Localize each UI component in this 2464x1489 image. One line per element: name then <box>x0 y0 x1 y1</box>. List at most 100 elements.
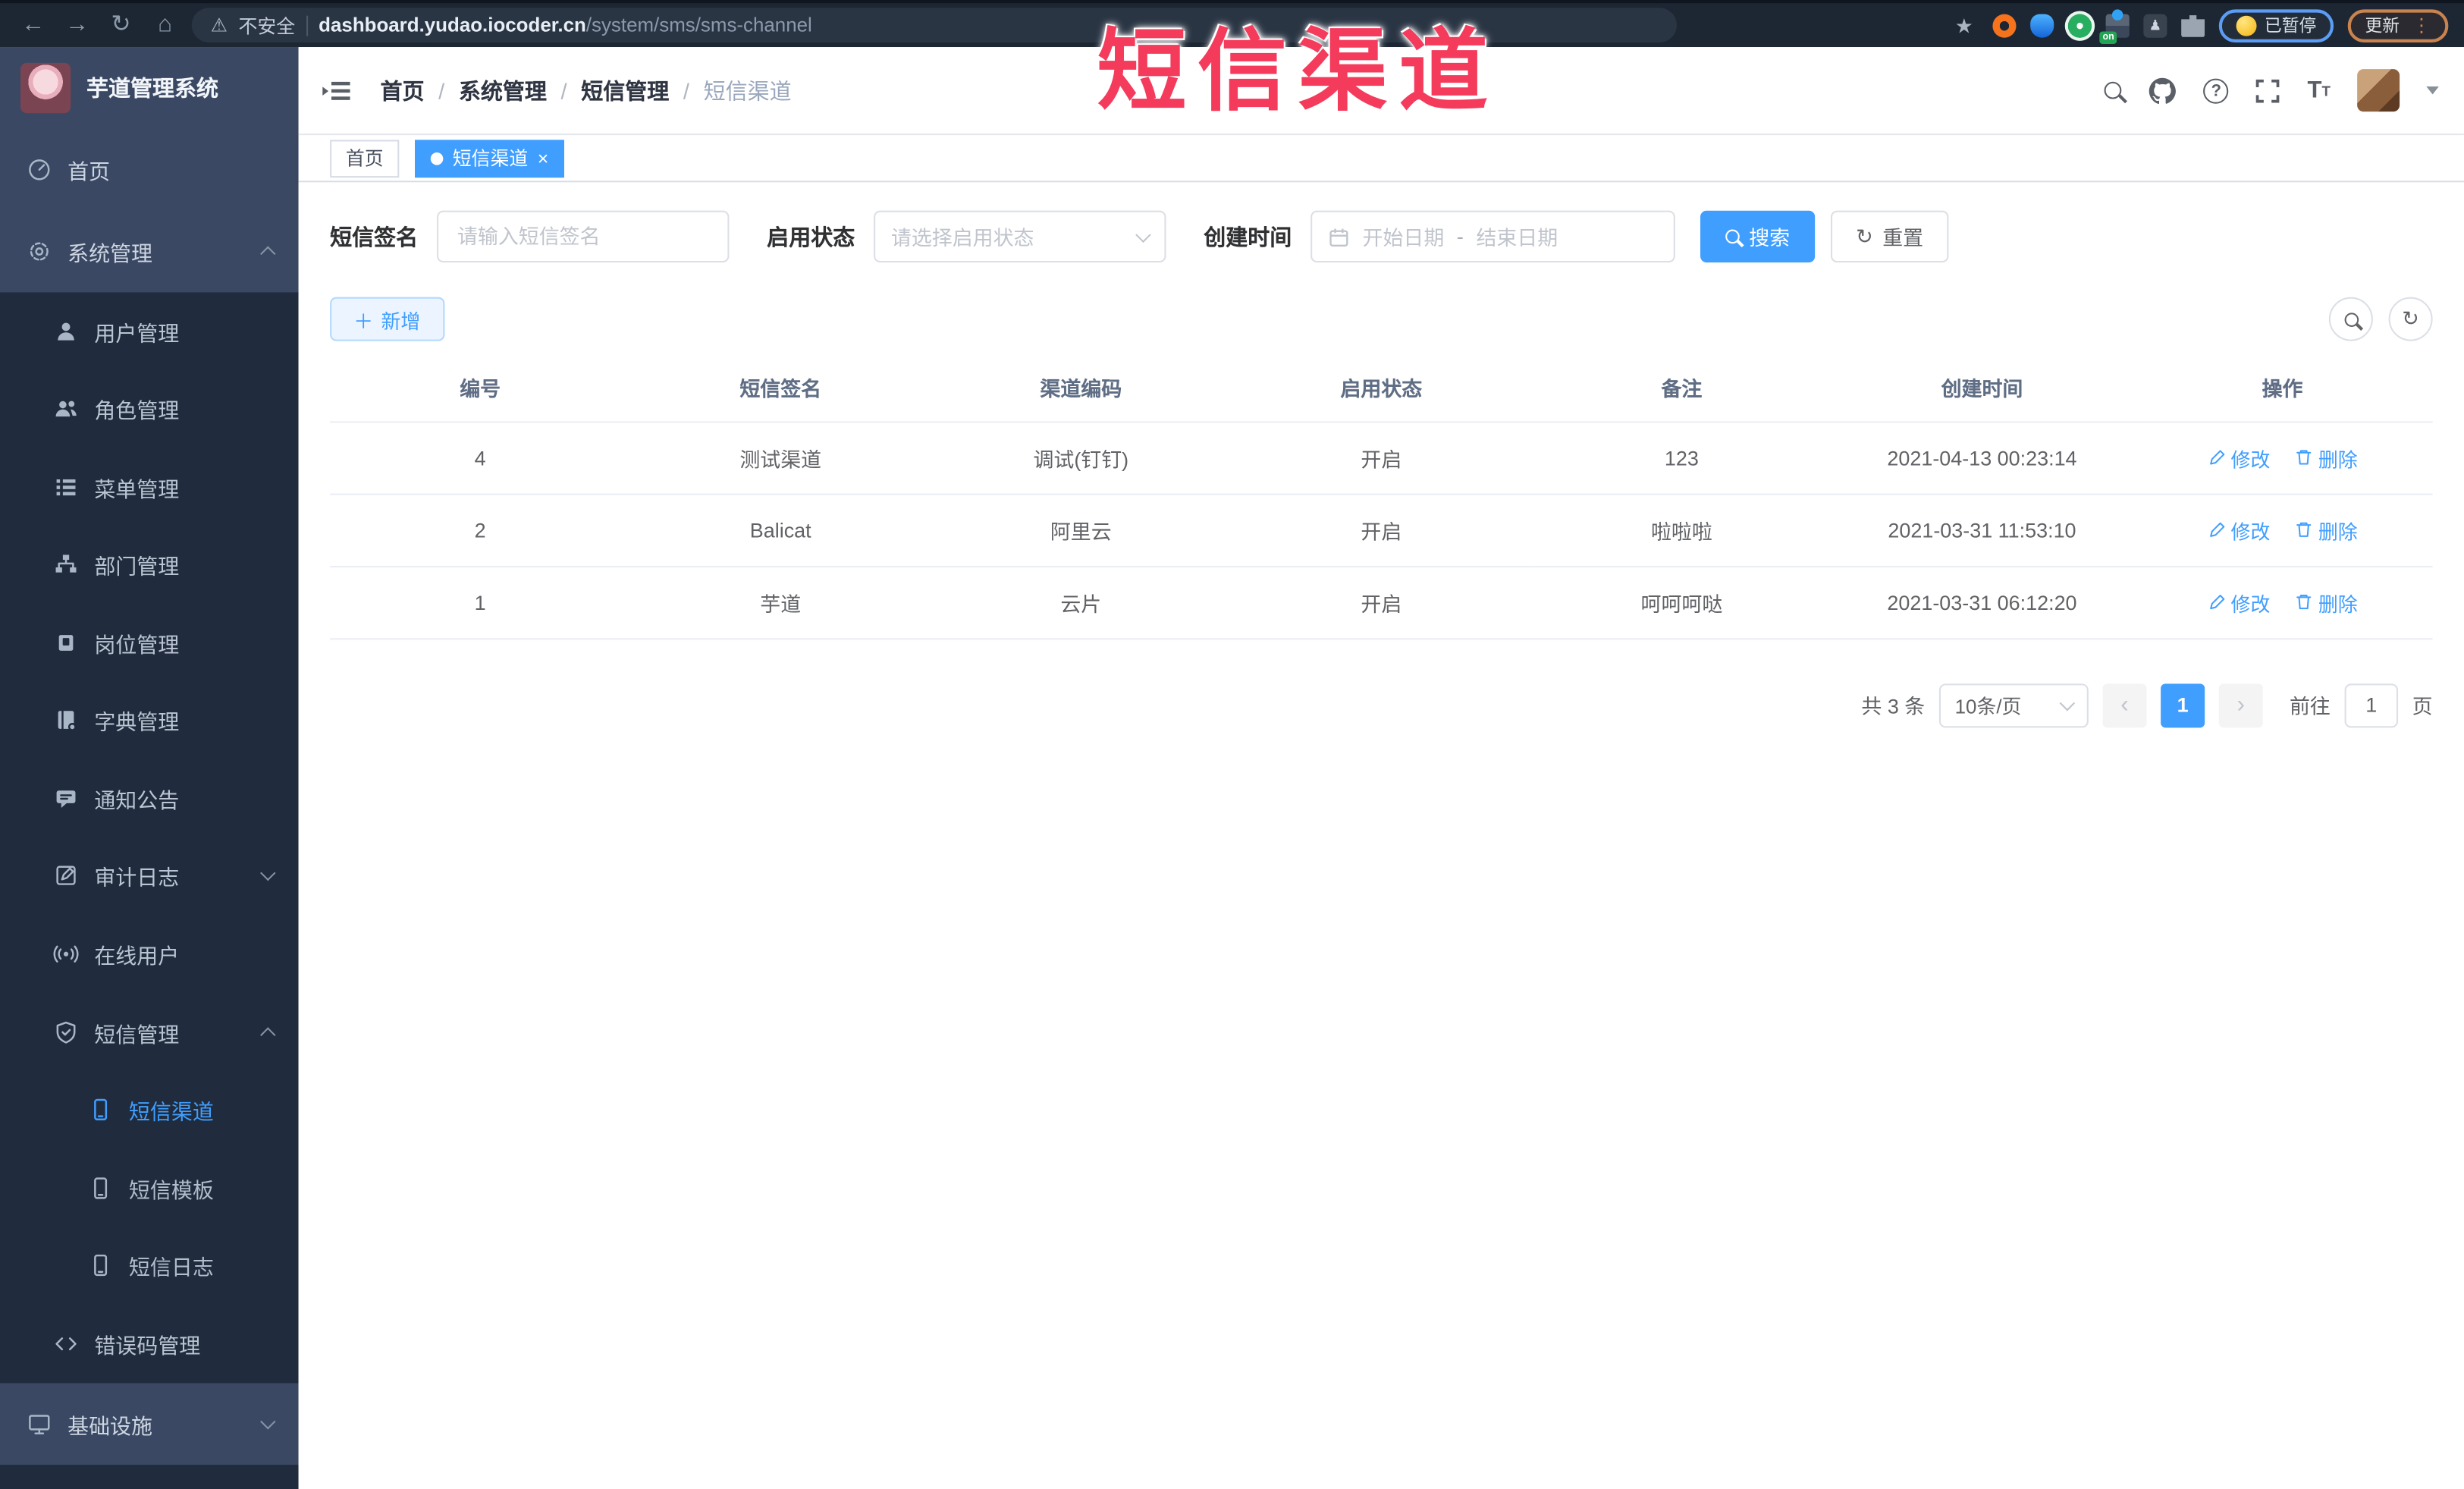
table-row: 2 Balicat 阿里云 开启 啦啦啦 2021-03-31 11:53:10… <box>330 493 2433 567</box>
address-divider <box>306 14 308 36</box>
breadcrumb-current: 短信渠道 <box>703 77 792 103</box>
search-button[interactable]: 搜索 <box>1700 210 1816 263</box>
col-actions: 操作 <box>2132 355 2433 423</box>
fullscreen-icon[interactable] <box>2255 78 2280 103</box>
delete-link[interactable]: 删除 <box>2295 442 2358 472</box>
extension-orange-icon[interactable] <box>1992 13 2017 37</box>
end-date-placeholder: 结束日期 <box>1476 226 1558 250</box>
sidebar-item-dept-mgmt[interactable]: 部门管理 <box>0 526 299 604</box>
docs-help-icon[interactable]: ? <box>2203 77 2229 103</box>
app-logo-row[interactable]: 芋道管理系统 <box>0 47 299 129</box>
table-toolbar: ＋ 新增 ↻ <box>330 297 2433 341</box>
search-icon <box>2343 312 2359 326</box>
breadcrumb-sms[interactable]: 短信管理 <box>581 74 669 105</box>
page-content: 短信签名 启用状态 请选择启用状态 创建时间 开始日期 - 结束日期 <box>298 182 2464 1489</box>
extension-green-icon[interactable] <box>2067 13 2092 37</box>
signature-input[interactable] <box>437 210 730 263</box>
delete-link[interactable]: 删除 <box>2295 515 2358 545</box>
edit-link[interactable]: 修改 <box>2207 442 2270 472</box>
add-button[interactable]: ＋ 新增 <box>330 297 444 341</box>
filter-form: 短信签名 启用状态 请选择启用状态 创建时间 开始日期 - 结束日期 <box>330 210 2432 263</box>
refresh-icon: ↻ <box>1856 224 1873 248</box>
refresh-table-button[interactable]: ↻ <box>2388 297 2433 341</box>
create-time-label: 创建时间 <box>1204 224 1292 250</box>
user-menu-caret-icon[interactable] <box>2426 86 2439 95</box>
extension-profile-icon[interactable]: ♟ <box>2143 13 2167 37</box>
url-domain: dashboard.yudao.iocoder.cn <box>319 14 586 36</box>
edit-link[interactable]: 修改 <box>2207 587 2270 617</box>
breadcrumb-system[interactable]: 系统管理 <box>459 74 547 105</box>
browser-back-icon[interactable]: ← <box>16 5 51 46</box>
navbar-actions: ? TT <box>2105 69 2439 112</box>
screenshot-root: 短信渠道 ← → ↻ ⌂ ⚠ 不安全 dashboard.yudao.iocod… <box>0 0 2464 1489</box>
font-size-icon[interactable]: TT <box>2308 77 2331 104</box>
bookmark-star-icon[interactable]: ★ <box>1955 14 1979 37</box>
phone-icon <box>88 1098 113 1123</box>
goto-label: 前往 <box>2289 694 2331 718</box>
online-signal-icon <box>53 941 79 966</box>
browser-menu-kebab-icon[interactable]: ⋮ <box>2412 14 2431 36</box>
user-avatar[interactable] <box>2357 69 2400 112</box>
user-icon <box>53 319 78 344</box>
browser-reload-icon[interactable]: ↻ <box>104 5 139 46</box>
page-number-1[interactable]: 1 <box>2161 683 2205 727</box>
sidebar-item-system[interactable]: 系统管理 <box>0 211 299 293</box>
sidebar-item-infra[interactable]: 基础设施 <box>0 1382 299 1464</box>
status-label: 启用状态 <box>767 224 855 250</box>
sidebar-item-user-mgmt[interactable]: 用户管理 <box>0 292 299 370</box>
extension-on-badge: on <box>2099 30 2117 43</box>
col-id: 编号 <box>330 355 631 423</box>
sidebar-item-menu-mgmt[interactable]: 菜单管理 <box>0 448 299 526</box>
sidebar-item-sms-mgmt[interactable]: 短信管理 <box>0 993 299 1072</box>
tag-sms-channel[interactable]: 短信渠道 × <box>415 139 564 177</box>
sidebar-item-sms-template[interactable]: 短信模板 <box>0 1149 299 1227</box>
sidebar-item-notice-mgmt[interactable]: 通知公告 <box>0 759 299 837</box>
sidebar-item-home[interactable]: 首页 <box>0 129 299 211</box>
app-logo <box>20 62 71 114</box>
breadcrumb-home[interactable]: 首页 <box>380 74 424 105</box>
search-icon <box>1725 229 1740 244</box>
sidebar-item-audit-log[interactable]: 审计日志 <box>0 837 299 915</box>
tag-close-icon[interactable]: × <box>538 149 549 168</box>
edit-link[interactable]: 修改 <box>2207 515 2270 545</box>
tag-home[interactable]: 首页 <box>330 139 400 177</box>
extensions-puzzle-icon[interactable] <box>2181 15 2205 37</box>
signature-label: 短信签名 <box>330 224 419 250</box>
browser-update-button[interactable]: 更新 ⋮ <box>2347 8 2449 42</box>
sidebar-item-role-mgmt[interactable]: 角色管理 <box>0 370 299 448</box>
address-bar[interactable]: ⚠ 不安全 dashboard.yudao.iocoder.cn/system/… <box>191 8 1677 42</box>
sidebar-collapse-icon[interactable] <box>321 74 352 105</box>
book-icon <box>53 708 78 733</box>
url-path: /system/sms/sms-channel <box>585 14 812 36</box>
toggle-search-button[interactable] <box>2328 297 2373 341</box>
next-page-button[interactable]: › <box>2218 683 2263 727</box>
chevron-up-icon <box>260 246 276 262</box>
sidebar: 芋道管理系统 首页 系统管理 用户管理 角色管理 菜单管理 部门管理 岗位管理 … <box>0 47 299 1489</box>
sidebar-item-sms-channel[interactable]: 短信渠道 <box>0 1071 299 1149</box>
delete-link[interactable]: 删除 <box>2295 587 2358 617</box>
table-row: 1 芋道 云片 开启 呵呵呵哒 2021-03-31 06:12:20 修改 删… <box>330 565 2433 639</box>
chevron-down-icon <box>260 865 276 881</box>
date-range-picker[interactable]: 开始日期 - 结束日期 <box>1310 210 1675 263</box>
trash-icon <box>2296 595 2312 610</box>
reset-button[interactable]: ↻ 重置 <box>1831 210 1949 263</box>
sidebar-item-post-mgmt[interactable]: 岗位管理 <box>0 604 299 682</box>
prev-page-button[interactable]: ‹ <box>2102 683 2147 727</box>
github-icon[interactable] <box>2149 76 2177 104</box>
goto-page-input[interactable] <box>2344 683 2398 727</box>
edit-pencil-icon <box>2209 522 2224 537</box>
sidebar-item-sms-log[interactable]: 短信日志 <box>0 1227 299 1305</box>
status-select[interactable]: 请选择启用状态 <box>874 210 1166 263</box>
browser-home-icon[interactable]: ⌂ <box>148 5 183 46</box>
sidebar-item-dict-mgmt[interactable]: 字典管理 <box>0 681 299 759</box>
extension-grid-icon[interactable]: on <box>2099 8 2130 43</box>
page-size-select[interactable]: 10条/页 <box>1938 683 2089 727</box>
profile-paused-chip[interactable]: 已暂停 <box>2218 8 2334 42</box>
browser-forward-icon[interactable]: → <box>60 5 95 46</box>
search-icon[interactable] <box>2105 81 2123 99</box>
sidebar-item-online-users[interactable]: 在线用户 <box>0 915 299 993</box>
sidebar-item-errcode-mgmt[interactable]: 错误码管理 <box>0 1305 299 1383</box>
extension-blue-icon[interactable] <box>2030 13 2054 37</box>
update-label: 更新 <box>2365 17 2400 36</box>
dashboard-icon <box>27 157 52 182</box>
